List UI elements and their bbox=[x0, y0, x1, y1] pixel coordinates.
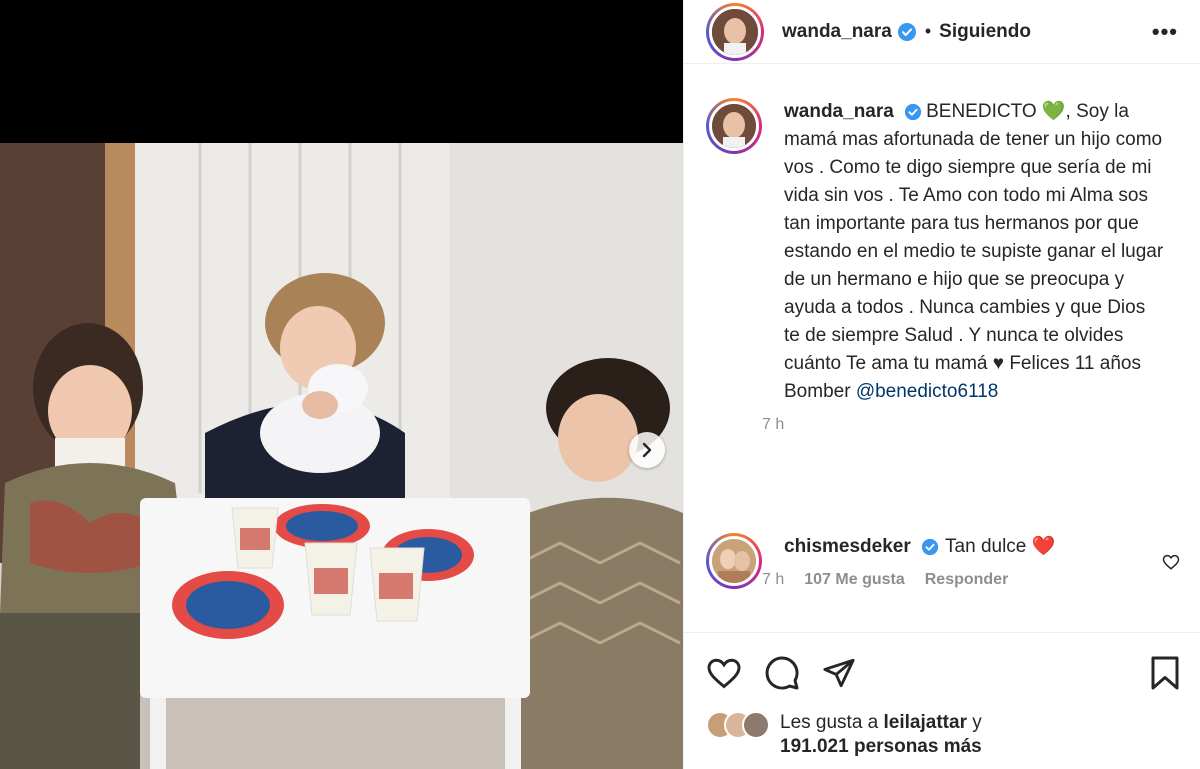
verified-badge-icon bbox=[897, 22, 916, 41]
save-button[interactable] bbox=[1149, 655, 1181, 691]
heart-icon bbox=[707, 658, 741, 689]
likes-middle: y bbox=[966, 712, 982, 733]
comment-body: Tan dulce ❤️ bbox=[945, 536, 1056, 557]
verified-badge-icon bbox=[921, 538, 939, 556]
author-avatar[interactable] bbox=[706, 2, 764, 61]
mention-link[interactable]: @benedicto6118 bbox=[856, 381, 999, 402]
likes-summary: Les gusta a leilajattar y 191.021 person… bbox=[706, 711, 1181, 759]
comment: chismesdeker Tan dulce ❤️ 7 h 107 Me gus… bbox=[706, 533, 1186, 589]
like-button[interactable] bbox=[706, 655, 742, 691]
comment-meta: 7 h 107 Me gusta Responder bbox=[762, 571, 1055, 589]
next-slide-button[interactable] bbox=[629, 432, 665, 468]
likes-text: Les gusta a leilajattar y 191.021 person… bbox=[780, 711, 982, 759]
comment-button[interactable] bbox=[764, 655, 800, 691]
comment-timestamp: 7 h bbox=[762, 571, 785, 588]
following-button[interactable]: Siguiendo bbox=[939, 21, 1031, 43]
caption: wanda_nara BENEDICTO 💚, Soy la mamá mas … bbox=[706, 98, 1186, 434]
likes-prefix: Les gusta a bbox=[780, 712, 884, 733]
liker-avatars bbox=[706, 711, 770, 739]
liker-username[interactable]: leilajattar bbox=[884, 712, 967, 733]
more-options-icon[interactable]: ••• bbox=[1152, 19, 1178, 45]
post-media bbox=[0, 0, 683, 769]
likes-count[interactable]: 191.021 personas más bbox=[780, 736, 982, 757]
paper-plane-icon bbox=[823, 658, 855, 688]
action-bar bbox=[706, 655, 1181, 691]
post-header: wanda_nara • Siguiendo ••• bbox=[684, 0, 1200, 64]
author-username[interactable]: wanda_nara bbox=[782, 21, 892, 43]
separator-dot: • bbox=[924, 21, 932, 41]
verified-badge-icon bbox=[905, 103, 922, 121]
reply-button[interactable]: Responder bbox=[925, 571, 1009, 589]
comment-bubble-icon bbox=[765, 656, 799, 690]
commenter-avatar[interactable] bbox=[706, 533, 762, 589]
comment-likes[interactable]: 107 Me gusta bbox=[804, 571, 904, 589]
heart-icon bbox=[1162, 554, 1180, 570]
caption-body: BENEDICTO 💚, Soy la mamá mas afortunada … bbox=[784, 101, 1164, 402]
post-photo bbox=[0, 143, 683, 769]
caption-timestamp: 7 h bbox=[762, 416, 785, 433]
bookmark-icon bbox=[1151, 656, 1179, 690]
instagram-post-window: wanda_nara • Siguiendo ••• wanda_nara BE… bbox=[0, 0, 1200, 769]
share-button[interactable] bbox=[822, 656, 856, 690]
caption-text: wanda_nara BENEDICTO 💚, Soy la mamá mas … bbox=[784, 98, 1164, 406]
comment-like-button[interactable] bbox=[1162, 553, 1180, 576]
post-sidebar: wanda_nara • Siguiendo ••• wanda_nara BE… bbox=[683, 0, 1200, 769]
post-actions: Les gusta a leilajattar y 191.021 person… bbox=[684, 632, 1200, 769]
liker-avatar[interactable] bbox=[742, 711, 770, 739]
commenter-username[interactable]: chismesdeker bbox=[784, 536, 911, 557]
caption-username[interactable]: wanda_nara bbox=[784, 101, 894, 122]
comment-text: chismesdeker Tan dulce ❤️ bbox=[784, 533, 1055, 561]
caption-author-avatar[interactable] bbox=[706, 98, 762, 154]
chevron-right-icon bbox=[642, 442, 652, 458]
